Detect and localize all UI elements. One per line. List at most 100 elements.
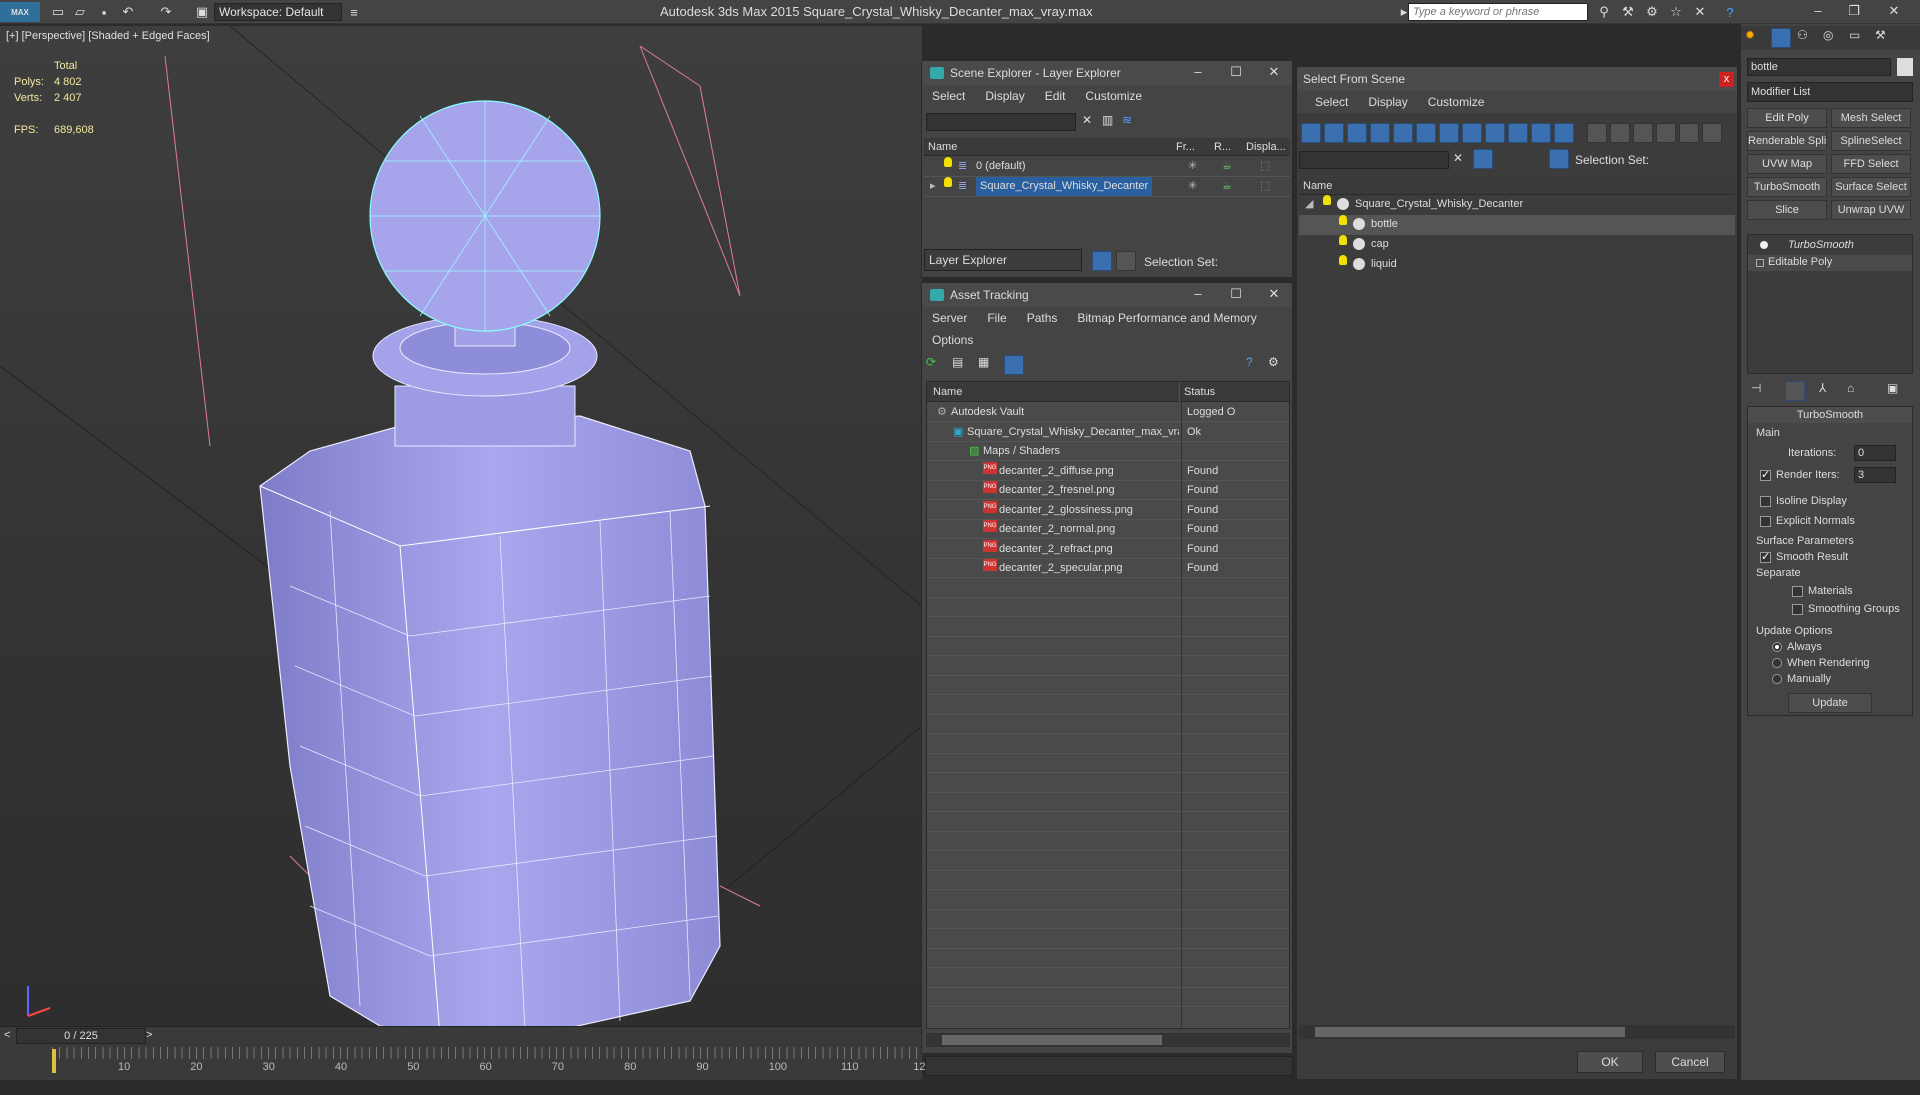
cancel-button[interactable]: Cancel — [1655, 1051, 1725, 1073]
close-icon[interactable]: ✕ — [1256, 61, 1292, 85]
modifier-unwrap-uvw-button[interactable]: Unwrap UVW — [1831, 200, 1911, 220]
manually-row[interactable]: Manually — [1772, 673, 1831, 685]
scene-explorer-search[interactable] — [926, 113, 1076, 131]
perspective-viewport[interactable]: [+] [Perspective] [Shaded + Edged Faces]… — [0, 26, 922, 1026]
asset-name[interactable]: decanter_2_normal.png — [999, 520, 1115, 539]
tools-icon[interactable]: ⚒ — [1618, 2, 1638, 22]
col-frozen[interactable]: Fr... — [1176, 138, 1195, 156]
modifier-turbosmooth-button[interactable]: TurboSmooth — [1747, 177, 1827, 197]
asset-name[interactable]: Autodesk Vault — [951, 403, 1024, 422]
filter-select-all-icon[interactable] — [1679, 123, 1699, 143]
select-tool-icon[interactable] — [1497, 149, 1517, 169]
col-name[interactable]: Name — [928, 138, 957, 156]
close-icon[interactable]: ✕ — [1876, 0, 1912, 24]
asset-row[interactable]: PNG decanter_2_normal.png Found — [927, 520, 1289, 539]
clear-search-icon[interactable]: ✕ — [1082, 113, 1092, 127]
close-icon[interactable]: x — [1719, 72, 1734, 87]
filter-xrefs-icon[interactable] — [1462, 123, 1482, 143]
asset-row[interactable]: ⚙ Autodesk Vault Logged O — [927, 403, 1289, 422]
show-end-result-icon[interactable] — [1785, 381, 1805, 401]
when-rendering-row[interactable]: When Rendering — [1772, 657, 1870, 669]
undo-icon[interactable]: ↶ — [118, 2, 138, 22]
decanter-model[interactable] — [250, 66, 730, 1026]
help-icon[interactable]: ? — [1246, 355, 1266, 375]
filter-lights-icon[interactable] — [1347, 123, 1367, 143]
layer-name[interactable]: 0 (default) — [976, 157, 1026, 176]
se-menu-customize[interactable]: Customize — [1075, 85, 1152, 107]
when-rendering-radio[interactable] — [1772, 658, 1782, 669]
visibility-bulb-icon[interactable] — [1339, 255, 1347, 265]
asset-row[interactable]: PNG decanter_2_glossiness.png Found — [927, 500, 1289, 520]
app-logo[interactable]: MAX — [0, 2, 40, 22]
asset-name[interactable]: Maps / Shaders — [983, 442, 1060, 461]
hierarchy-icon[interactable] — [1549, 149, 1569, 169]
timeline-prev-button[interactable]: < — [4, 1029, 10, 1041]
visibility-bulb-icon[interactable] — [1323, 195, 1331, 205]
modifier-uvw-map-button[interactable]: UVW Map — [1747, 154, 1827, 174]
time-marker[interactable] — [52, 1049, 56, 1073]
maximize-icon[interactable]: ☐ — [1218, 61, 1254, 85]
scene-explorer-titlebar[interactable]: Scene Explorer - Layer Explorer – ☐ ✕ — [922, 61, 1292, 85]
asset-path-field[interactable] — [925, 1056, 1293, 1076]
configure-sets-icon[interactable]: ▣ — [1887, 381, 1907, 401]
asset-tracking-titlebar[interactable]: Asset Tracking – ☐ ✕ — [922, 283, 1292, 307]
always-row[interactable]: Always — [1772, 641, 1822, 653]
remove-modifier-icon[interactable]: ⌂ — [1847, 381, 1867, 401]
modifier-slice-button[interactable]: Slice — [1747, 200, 1827, 220]
filter-spacewarps-icon[interactable] — [1416, 123, 1436, 143]
filter-containers-icon[interactable] — [1508, 123, 1528, 143]
asset-name[interactable]: decanter_2_fresnel.png — [999, 481, 1115, 500]
asset-row[interactable]: PNG decanter_2_fresnel.png Found — [927, 481, 1289, 500]
layer-visibility-icon[interactable] — [944, 157, 952, 167]
node-name[interactable]: liquid — [1371, 255, 1397, 274]
menu-options[interactable]: Options — [922, 329, 983, 351]
update-button[interactable]: Update — [1788, 693, 1872, 713]
asset-row[interactable]: PNG decanter_2_refract.png Found — [927, 539, 1289, 559]
search-input[interactable]: Type a keyword or phrase — [1408, 3, 1588, 21]
filter-display-none-icon[interactable] — [1610, 123, 1630, 143]
ok-button[interactable]: OK — [1577, 1051, 1643, 1073]
pin-stack-icon[interactable]: ⊣ — [1751, 381, 1771, 401]
object-name-field[interactable]: bottle — [1747, 58, 1891, 76]
stack-turbosmooth[interactable]: TurboSmooth — [1788, 239, 1854, 251]
smooth-result-row[interactable]: Smooth Result — [1760, 550, 1848, 563]
manually-radio[interactable] — [1772, 674, 1782, 685]
modifier-surface-select-button[interactable]: Surface Select — [1831, 177, 1911, 197]
render-teapot-icon[interactable]: ☕ — [1222, 157, 1232, 176]
filter-select-none-icon[interactable] — [1702, 123, 1722, 143]
object-color-swatch[interactable] — [1897, 58, 1913, 76]
asset-row[interactable]: ▣Square_Crystal_Whisky_Decanter_max_vray… — [927, 423, 1289, 442]
node-name[interactable]: bottle — [1371, 215, 1398, 234]
help-icon[interactable]: ? — [1720, 2, 1740, 22]
timeline-ruler[interactable]: 10 20 30 40 50 60 70 80 90 100 110 12 — [0, 1047, 926, 1077]
workspace-dropdown[interactable]: Workspace: Default — [214, 3, 342, 21]
hierarchy-tab-icon[interactable]: ⚇ — [1797, 28, 1817, 48]
filter-icon[interactable] — [1473, 149, 1493, 169]
asset-name[interactable]: decanter_2_refract.png — [999, 540, 1113, 559]
collapse-arrow-icon[interactable]: ◢ — [1305, 195, 1313, 214]
redo-icon[interactable]: ↷ — [156, 2, 176, 22]
smoothing-groups-row[interactable]: Smoothing Groups — [1792, 603, 1900, 615]
bulb-icon[interactable] — [1760, 241, 1768, 249]
filter-cameras-icon[interactable] — [1370, 123, 1390, 143]
se-menu-display[interactable]: Display — [975, 85, 1034, 107]
node-name[interactable]: Square_Crystal_Whisky_Decanter — [1355, 195, 1523, 214]
layer-mode-icon[interactable] — [1092, 251, 1112, 271]
filter-frozen-icon[interactable] — [1531, 123, 1551, 143]
col-name[interactable]: Name — [1303, 180, 1332, 192]
subscription-icon[interactable]: ⚙ — [1642, 2, 1662, 22]
asset-name[interactable]: Square_Crystal_Whisky_Decanter_max_vray.… — [967, 423, 1179, 442]
asset-name[interactable]: decanter_2_diffuse.png — [999, 462, 1114, 481]
scene-node[interactable]: liquid — [1299, 255, 1735, 275]
always-radio[interactable] — [1772, 642, 1782, 653]
stack-editable-poly[interactable]: Editable Poly — [1768, 256, 1832, 268]
asset-row[interactable]: ▨ Maps / Shaders — [927, 442, 1289, 461]
table-view-icon[interactable] — [1004, 355, 1024, 375]
expand-arrow-icon[interactable]: ▸ — [930, 177, 936, 196]
scene-node[interactable]: ◢ Square_Crystal_Whisky_Decanter — [1299, 195, 1735, 215]
modifier-edit-poly-button[interactable]: Edit Poly — [1747, 108, 1827, 128]
create-tab-icon[interactable]: ✹ — [1745, 28, 1765, 48]
render-iters-checkbox[interactable] — [1760, 468, 1771, 481]
filter-helpers-icon[interactable] — [1393, 123, 1413, 143]
filter-geometry-icon[interactable] — [1301, 123, 1321, 143]
